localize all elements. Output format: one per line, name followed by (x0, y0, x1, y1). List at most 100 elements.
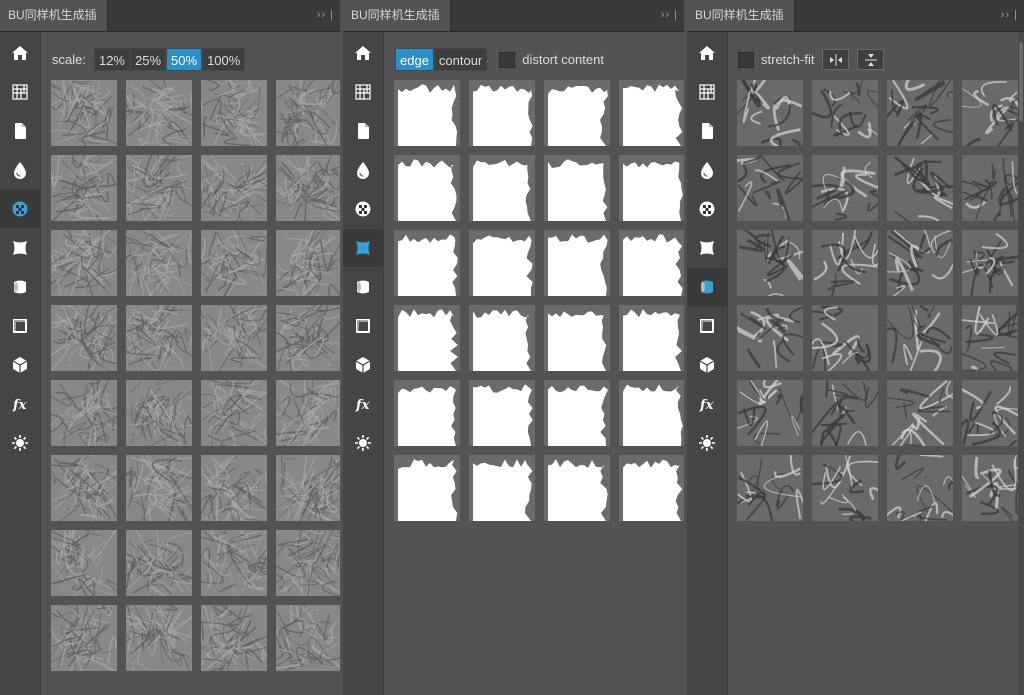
edge-mask-thumbnail[interactable] (394, 230, 460, 296)
edge-mask-thumbnail[interactable] (469, 80, 535, 146)
edge-mask-thumbnail[interactable] (469, 380, 535, 446)
plastic-texture-thumbnail[interactable] (812, 218, 894, 312)
texture-thumbnail[interactable] (117, 371, 210, 460)
water-drop-tool-button[interactable] (343, 151, 383, 189)
stretch-fit-checkbox[interactable] (738, 51, 754, 68)
edge-mask-thumbnail[interactable] (619, 230, 684, 296)
texture-thumbnail[interactable] (181, 226, 283, 314)
document-tool-button[interactable] (0, 112, 40, 150)
checkerboard-tool-button[interactable] (0, 190, 40, 228)
edge-mask-thumbnail[interactable] (544, 230, 610, 296)
scale-option-50[interactable]: 50% (166, 48, 203, 71)
distort-square-tool-button[interactable] (343, 229, 383, 267)
texture-thumbnail[interactable] (106, 149, 209, 229)
scale-option-100[interactable]: 100% (202, 48, 246, 71)
texture-thumbnail[interactable] (191, 586, 281, 689)
document-tool-button[interactable] (687, 112, 727, 150)
plastic-texture-thumbnail[interactable] (729, 61, 816, 168)
plastic-texture-thumbnail[interactable] (881, 450, 967, 540)
texture-thumbnail[interactable] (113, 585, 206, 690)
texture-thumbnail[interactable] (108, 221, 215, 319)
edge-mask-thumbnail[interactable] (544, 155, 610, 221)
texture-thumbnail[interactable] (106, 302, 199, 379)
texture-thumbnail[interactable] (33, 435, 128, 541)
plastic-texture-thumbnail[interactable] (734, 363, 810, 456)
grid-pattern-tool-button[interactable] (0, 73, 40, 111)
edge-mask-thumbnail[interactable] (469, 455, 535, 521)
frame-tool-button[interactable] (687, 307, 727, 345)
plastic-texture-thumbnail[interactable] (865, 216, 958, 309)
panel-menu-icon[interactable]: ›› | (661, 0, 678, 31)
cube-tool-button[interactable] (343, 346, 383, 384)
document-tool-button[interactable] (343, 112, 383, 150)
texture-thumbnail[interactable] (113, 449, 216, 533)
plastic-texture-thumbnail[interactable] (951, 439, 1024, 527)
texture-thumbnail[interactable] (28, 62, 117, 156)
edge-mask-thumbnail[interactable] (544, 455, 610, 521)
fx-tool-button[interactable]: fx (0, 385, 40, 423)
mode-edge-button[interactable]: edge (395, 48, 434, 71)
texture-thumbnail[interactable] (40, 586, 120, 682)
texture-thumbnail[interactable] (179, 139, 288, 232)
distort-content-checkbox[interactable] (499, 51, 516, 68)
plastic-texture-thumbnail[interactable] (719, 304, 807, 371)
texture-thumbnail[interactable] (272, 148, 340, 228)
scale-option-12[interactable]: 12% (93, 48, 130, 71)
texture-thumbnail[interactable] (274, 205, 340, 311)
fabric-roll-tool-button[interactable] (0, 268, 40, 306)
texture-thumbnail[interactable] (116, 521, 207, 605)
edge-mask-thumbnail[interactable] (394, 155, 460, 221)
texture-thumbnail[interactable] (260, 582, 340, 689)
distort-square-tool-button[interactable] (0, 229, 40, 267)
edge-mask-thumbnail[interactable] (544, 80, 610, 146)
cube-tool-button[interactable] (0, 346, 40, 384)
plastic-texture-thumbnail[interactable] (870, 290, 953, 376)
edge-mask-thumbnail[interactable] (619, 455, 684, 521)
plastic-texture-thumbnail[interactable] (943, 380, 1024, 456)
mode-contour-button[interactable]: contour (433, 48, 488, 71)
edge-mask-thumbnail[interactable] (394, 455, 460, 521)
fabric-roll-tool-button[interactable] (343, 268, 383, 306)
plastic-texture-thumbnail[interactable] (960, 230, 1024, 308)
texture-thumbnail[interactable] (40, 361, 138, 460)
fx-tool-button[interactable]: fx (687, 385, 727, 423)
scrollbar-thumb[interactable] (1019, 42, 1023, 122)
fx-tool-button[interactable]: fx (343, 385, 383, 423)
edge-mask-thumbnail[interactable] (544, 380, 610, 446)
texture-thumbnail[interactable] (260, 296, 340, 383)
texture-thumbnail[interactable] (263, 453, 340, 541)
plastic-texture-thumbnail[interactable] (885, 58, 971, 147)
water-drop-tool-button[interactable] (687, 151, 727, 189)
align-vertical-center-icon[interactable] (857, 49, 885, 70)
edge-mask-thumbnail[interactable] (619, 305, 684, 371)
texture-thumbnail[interactable] (261, 368, 340, 455)
fabric-roll-tool-button[interactable] (687, 268, 727, 306)
panel-tab[interactable]: BU同样机生成插件 (0, 0, 108, 53)
texture-thumbnail[interactable] (186, 454, 268, 539)
texture-thumbnail[interactable] (185, 370, 287, 449)
home-tool-button[interactable] (343, 34, 383, 72)
panel-tab[interactable]: BU同样机生成插件 (343, 0, 451, 53)
grid-pattern-tool-button[interactable] (343, 73, 383, 111)
edge-mask-thumbnail[interactable] (469, 155, 535, 221)
texture-thumbnail[interactable] (267, 60, 340, 160)
scrollbar[interactable] (1018, 32, 1024, 695)
flip-horizontal-icon[interactable] (822, 49, 850, 70)
checkerboard-tool-button[interactable] (343, 190, 383, 228)
edge-mask-thumbnail[interactable] (394, 380, 460, 446)
sun-tool-button[interactable] (687, 424, 727, 462)
edge-mask-thumbnail[interactable] (619, 80, 684, 146)
edge-mask-thumbnail[interactable] (619, 380, 684, 446)
panel-menu-icon[interactable]: ›› | (317, 0, 334, 31)
texture-thumbnail[interactable] (184, 63, 280, 159)
plastic-texture-thumbnail[interactable] (953, 80, 1024, 153)
plastic-texture-thumbnail[interactable] (808, 155, 902, 221)
texture-thumbnail[interactable] (263, 519, 340, 605)
panel-tab[interactable]: BU同样机生成插件 (687, 0, 795, 53)
water-drop-tool-button[interactable] (0, 151, 40, 189)
plastic-texture-thumbnail[interactable] (729, 450, 814, 530)
plastic-texture-thumbnail[interactable] (876, 379, 970, 459)
plastic-texture-thumbnail[interactable] (958, 305, 1024, 393)
frame-tool-button[interactable] (343, 307, 383, 345)
panel-menu-icon[interactable]: ›› | (1001, 0, 1018, 31)
